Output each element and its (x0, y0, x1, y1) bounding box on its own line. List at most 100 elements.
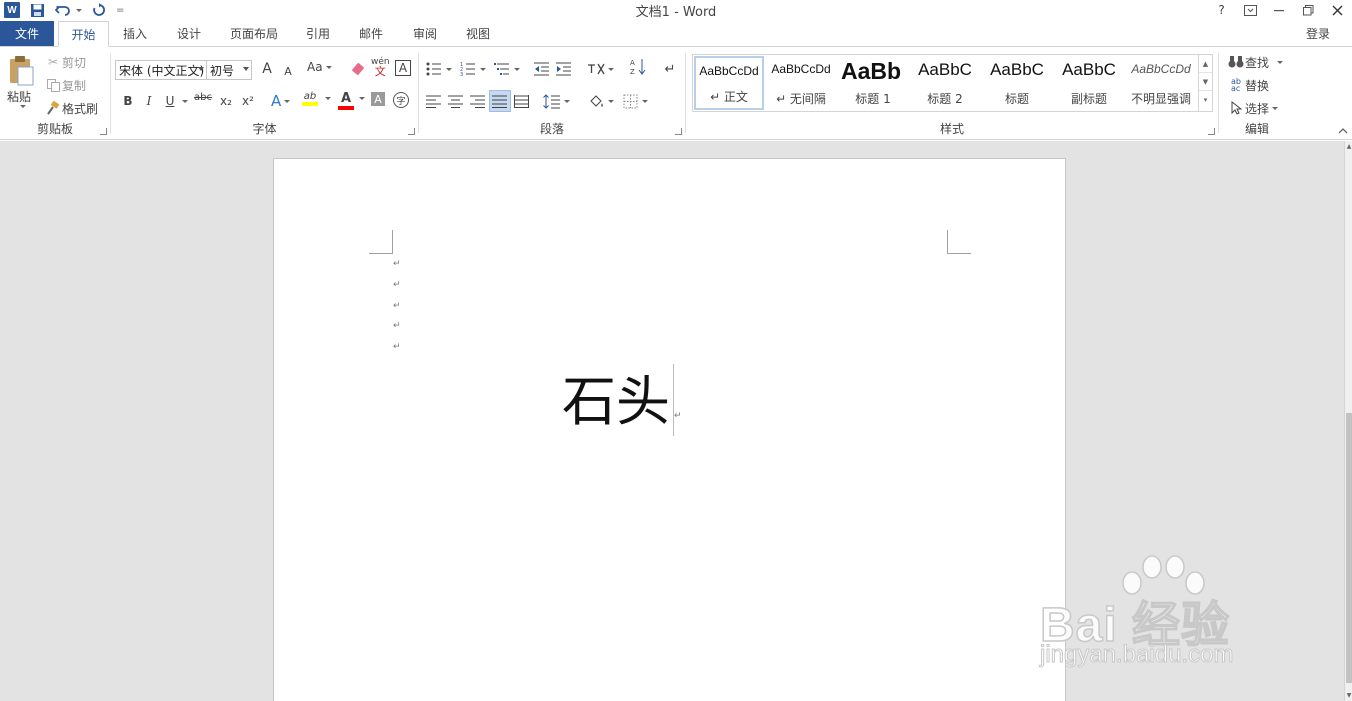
highlight-button[interactable]: ab (302, 91, 318, 106)
font-color-button[interactable]: A (338, 91, 354, 110)
style-subtle-emphasis[interactable]: AaBbCcDd 不明显强调 (1126, 56, 1196, 110)
style-heading-1[interactable]: AaBb 标题 1 (838, 56, 908, 110)
vertical-scrollbar[interactable]: ▲ ▼ (1344, 141, 1352, 701)
undo-icon[interactable] (55, 1, 82, 19)
strikethrough-button[interactable]: abc (194, 92, 212, 103)
tab-design[interactable]: 设计 (168, 21, 210, 46)
select-button[interactable]: 选择 (1227, 99, 1279, 117)
font-color-dropdown-icon[interactable] (356, 97, 365, 100)
tab-layout[interactable]: 页面布局 (222, 21, 286, 46)
align-center-button[interactable] (447, 92, 465, 110)
font-name-combobox[interactable]: 宋体 (中文正文) (115, 60, 207, 80)
paragraph-group-label: 段落 (539, 122, 564, 136)
sort-button[interactable]: AZ (629, 58, 647, 76)
paste-icon[interactable] (8, 55, 34, 87)
style-title[interactable]: AaBbC 标题 (982, 56, 1052, 110)
superscript-button[interactable]: x² (239, 92, 257, 110)
document-text[interactable]: 石头 (562, 367, 670, 437)
borders-button[interactable] (621, 92, 648, 110)
gallery-down-icon[interactable]: ▼ (1199, 73, 1212, 91)
restore-icon[interactable] (1294, 0, 1323, 20)
character-border-button[interactable]: A (395, 60, 411, 76)
paragraph-launcher-icon[interactable] (675, 128, 682, 135)
change-case-button[interactable]: Aa (307, 60, 332, 74)
paragraph-mark: ↵ (393, 259, 401, 269)
font-launcher-icon[interactable] (408, 128, 415, 135)
align-left-button[interactable] (425, 92, 443, 110)
chinese-layout-button[interactable] (587, 60, 614, 78)
clipboard-launcher-icon[interactable] (100, 128, 107, 135)
show-hide-marks-button[interactable]: ↵ (661, 60, 679, 78)
style-subtitle[interactable]: AaBbC 副标题 (1054, 56, 1124, 110)
font-size-combobox[interactable]: 初号 (206, 60, 252, 80)
gallery-more-icon[interactable]: ▾ (1199, 91, 1212, 109)
tab-review[interactable]: 审阅 (404, 21, 446, 46)
enclose-characters-button[interactable]: 字 (393, 92, 409, 108)
multilevel-list-button[interactable] (493, 60, 520, 78)
clear-formatting-button[interactable] (349, 60, 367, 78)
clipboard-group-label: 剪贴板 (36, 122, 73, 136)
format-painter-button[interactable]: 格式刷 (44, 99, 98, 117)
font-color-swatch (338, 106, 354, 110)
tab-view[interactable]: 视图 (457, 21, 499, 46)
word-app-icon[interactable]: W (4, 1, 20, 19)
ribbon: 粘贴 ✂ 剪切 复制 格式刷 剪贴板 宋体 (中文正文) 初号 A A Aa w… (0, 46, 1352, 140)
align-right-button[interactable] (469, 92, 487, 110)
numbering-button[interactable]: 123 (459, 60, 486, 78)
text-effects-icon: A (271, 92, 282, 110)
scrollbar-thumb[interactable] (1346, 413, 1352, 683)
underline-button[interactable]: U (161, 92, 188, 110)
copy-button[interactable]: 复制 (44, 76, 86, 94)
tab-mailings[interactable]: 邮件 (350, 21, 392, 46)
cut-button[interactable]: ✂ 剪切 (44, 53, 86, 71)
scroll-up-icon[interactable]: ▲ (1345, 143, 1352, 150)
paste-button[interactable]: 粘贴 (7, 88, 31, 105)
style-heading-2[interactable]: AaBbC 标题 2 (910, 56, 980, 110)
gallery-up-icon[interactable]: ▲ (1199, 55, 1212, 73)
bold-button[interactable]: B (119, 92, 137, 110)
justify-button[interactable] (489, 90, 511, 112)
ribbon-display-options-icon[interactable] (1236, 0, 1265, 20)
paragraph-mark: ↵ (393, 342, 401, 352)
italic-button[interactable]: I (140, 92, 158, 110)
distributed-button[interactable] (513, 92, 531, 110)
redo-icon[interactable] (92, 1, 106, 19)
editing-group: 查找 ab ac 替换 选择 编辑 (1219, 47, 1295, 139)
shrink-font-icon: A (284, 64, 292, 78)
help-icon[interactable]: ? (1207, 0, 1236, 20)
style-preview: AaBbC (990, 60, 1044, 79)
find-button[interactable]: 查找 (1227, 53, 1284, 71)
customize-qat-button[interactable]: = (116, 1, 124, 19)
text-effects-button[interactable]: A (271, 92, 291, 110)
close-icon[interactable] (1323, 0, 1352, 20)
save-icon[interactable] (30, 1, 45, 19)
tab-insert[interactable]: 插入 (114, 21, 156, 46)
tab-file[interactable]: 文件 (0, 21, 54, 46)
scroll-down-icon[interactable]: ▼ (1345, 692, 1352, 699)
tab-home[interactable]: 开始 (58, 21, 109, 47)
shrink-font-button[interactable]: A (279, 62, 297, 80)
sort-icon: AZ (629, 58, 647, 76)
styles-launcher-icon[interactable] (1208, 128, 1215, 135)
cursor-arrow-icon (1227, 99, 1245, 117)
minimize-icon[interactable] (1265, 0, 1294, 20)
bullets-button[interactable] (425, 60, 452, 78)
collapse-ribbon-icon[interactable] (1338, 127, 1348, 134)
sign-in-link[interactable]: 登录 (1306, 25, 1330, 42)
phonetic-guide-button[interactable]: wén 文 (371, 58, 390, 78)
replace-button[interactable]: ab ac 替换 (1227, 76, 1269, 94)
style-normal[interactable]: AaBbCcDd ↵ 正文 (694, 56, 764, 110)
increase-indent-button[interactable] (555, 60, 573, 78)
decrease-indent-button[interactable] (533, 60, 551, 78)
line-spacing-button[interactable] (543, 92, 570, 110)
character-shading-button[interactable]: A (371, 92, 385, 106)
tab-references[interactable]: 引用 (297, 21, 339, 46)
paste-dropdown-icon[interactable] (17, 105, 26, 108)
shading-button[interactable] (587, 92, 614, 110)
grow-font-button[interactable]: A (258, 60, 276, 78)
font-group: 宋体 (中文正文) 初号 A A Aa wén 文 A B I U abc x₂ … (111, 47, 418, 139)
highlight-dropdown-icon[interactable] (322, 97, 331, 100)
subscript-button[interactable]: x₂ (217, 92, 235, 110)
document-page[interactable]: ↵ ↵ ↵ ↵ ↵ 石头 ↵ (273, 158, 1066, 701)
style-no-spacing[interactable]: AaBbCcDd ↵ 无间隔 (766, 56, 836, 110)
